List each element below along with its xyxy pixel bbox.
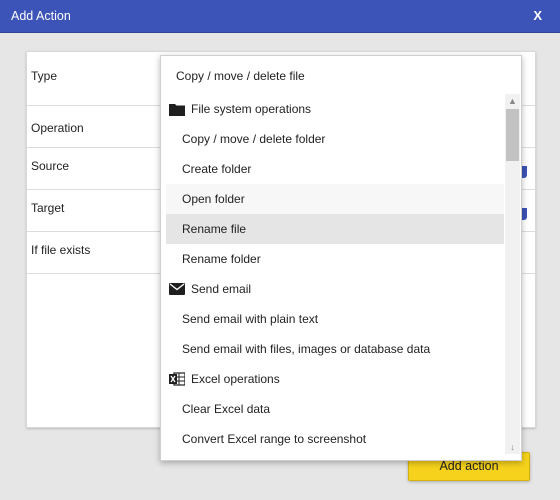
dropdown-list: File system operations Copy / move / del…: [166, 94, 504, 454]
scroll-up-arrow-icon[interactable]: ▲: [505, 94, 520, 108]
operation-label: Operation: [31, 121, 84, 135]
group-label: File system operations: [191, 102, 312, 116]
type-dropdown: Copy / move / delete file File system op…: [160, 55, 522, 461]
folder-icon: [169, 102, 185, 116]
dialog-titlebar: Add Action X: [0, 0, 560, 33]
group-label: Excel operations: [191, 372, 280, 386]
type-label: Type: [31, 69, 58, 83]
option-send-email-plain-text[interactable]: Send email with plain text: [166, 304, 504, 334]
if-file-exists-label: If file exists: [31, 243, 91, 257]
source-label: Source: [31, 159, 70, 173]
group-label: Send email: [191, 282, 252, 296]
option-rename-folder[interactable]: Rename folder: [166, 244, 504, 274]
option-copy-move-delete-folder[interactable]: Copy / move / delete folder: [166, 124, 504, 154]
group-file-system: File system operations: [166, 94, 504, 124]
group-send-email: Send email: [166, 274, 504, 304]
excel-icon: [169, 372, 185, 386]
envelope-icon: [169, 282, 185, 296]
scrollbar-thumb[interactable]: [506, 109, 519, 161]
dropdown-selected-value[interactable]: Copy / move / delete file: [176, 69, 305, 83]
close-button[interactable]: X: [533, 8, 542, 23]
target-label: Target: [31, 201, 65, 215]
option-open-folder[interactable]: Open folder: [166, 184, 504, 214]
option-convert-excel-range-to-screenshot[interactable]: Convert Excel range to screenshot: [166, 424, 504, 454]
option-clear-excel-data[interactable]: Clear Excel data: [166, 394, 504, 424]
option-rename-file[interactable]: Rename file: [166, 214, 504, 244]
option-create-folder[interactable]: Create folder: [166, 154, 504, 184]
scroll-down-arrow-icon[interactable]: ↓: [505, 440, 520, 454]
dialog-title: Add Action: [11, 9, 71, 23]
group-excel: Excel operations: [166, 364, 504, 394]
dropdown-scrollbar[interactable]: ▲ ↓: [505, 94, 520, 454]
option-send-email-with-files[interactable]: Send email with files, images or databas…: [166, 334, 504, 364]
